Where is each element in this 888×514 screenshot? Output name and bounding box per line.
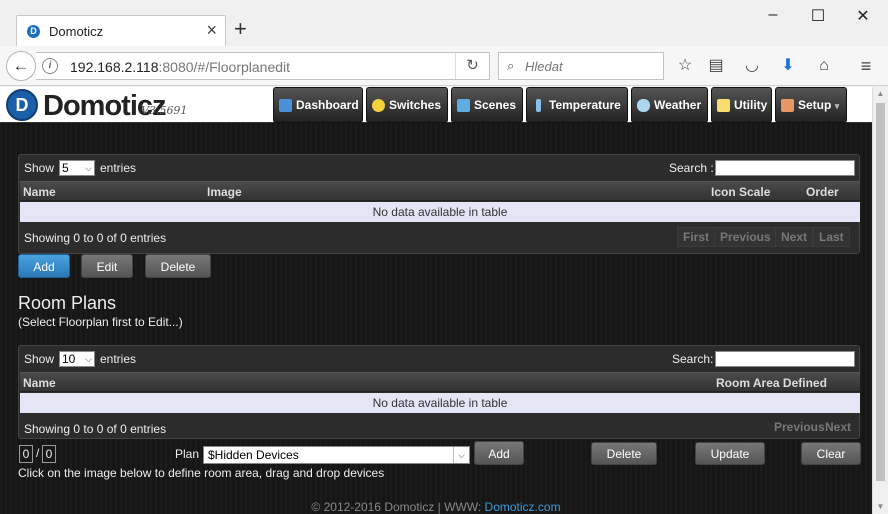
reload-icon[interactable]: ↻: [455, 53, 489, 79]
footer: © 2012-2016 Domoticz | WWW: Domoticz.com: [311, 500, 561, 514]
room-counter-separator: /: [36, 446, 40, 460]
site-info-icon[interactable]: i: [42, 58, 58, 74]
delete-floorplan-button[interactable]: Delete: [145, 254, 211, 278]
download-icon[interactable]: ⬇: [778, 56, 798, 76]
bulb-icon: [372, 99, 385, 112]
delete-plan-button[interactable]: Delete: [591, 442, 657, 465]
room-plans-title: Room Plans: [18, 293, 117, 313]
floorplans-search-input[interactable]: [715, 160, 855, 176]
menu-weather[interactable]: Weather: [631, 87, 708, 123]
column-icon-scale[interactable]: Icon Scale: [711, 185, 770, 199]
page-scrollbar[interactable]: ▲ ▼: [872, 87, 888, 514]
setup-icon: [781, 99, 794, 112]
pager-first[interactable]: First: [677, 227, 716, 247]
floorplans-info-text: Showing 0 to 0 of 0 entries: [24, 231, 167, 245]
menu-switches[interactable]: Switches: [366, 87, 448, 123]
floorplans-empty-row: No data available in table: [20, 202, 860, 222]
rooms-search-input[interactable]: [715, 351, 855, 367]
floorplans-table-header: Name Image Icon Scale Order: [20, 181, 860, 201]
column-room-area-defined[interactable]: Room Area Defined: [716, 376, 827, 390]
floorplans-page-size-select[interactable]: 5 ⌵: [59, 160, 95, 176]
show-label: Show: [24, 352, 55, 366]
chevron-down-icon: ⌵: [85, 354, 92, 364]
plan-label: Plan: [175, 447, 200, 461]
close-window-button[interactable]: ✕: [853, 6, 873, 26]
maximize-button[interactable]: ☐: [808, 6, 828, 26]
chevron-down-icon: ⌵: [453, 447, 469, 463]
footer-link[interactable]: Domoticz.com: [485, 500, 561, 514]
room-plan-hint: Click on the image below to define room …: [18, 466, 385, 480]
floorplans-table-panel: Show 5 ⌵ entries Search : Name Image Ico…: [18, 154, 860, 254]
column-name[interactable]: Name: [23, 376, 56, 390]
tab-close-icon[interactable]: ×: [206, 20, 217, 41]
column-image[interactable]: Image: [207, 185, 242, 199]
star-icon[interactable]: ☆: [675, 56, 695, 76]
rooms-table-header: Name Room Area Defined: [20, 372, 860, 392]
scroll-down-icon[interactable]: ▼: [873, 500, 888, 514]
dashboard-icon: [279, 99, 292, 112]
scroll-thumb[interactable]: [876, 103, 885, 481]
clear-plan-button[interactable]: Clear: [801, 442, 861, 465]
rooms-info-text: Showing 0 to 0 of 0 entries: [24, 422, 167, 436]
search-label: Search:: [672, 352, 714, 366]
floorplans-pager: First Previous Next Last: [675, 223, 859, 251]
rooms-table-panel: Show 10 ⌵ entries Search: Name Room Area…: [18, 345, 860, 439]
pager-previous[interactable]: Previous: [714, 227, 777, 247]
edit-floorplan-button[interactable]: Edit: [81, 254, 133, 278]
hamburger-menu-icon[interactable]: ≡: [856, 56, 876, 76]
utility-icon: [717, 99, 730, 112]
url-bar[interactable]: i 192.168.2.118:8080/#/Floorplanedit ↻: [36, 52, 490, 80]
minimize-button[interactable]: –: [763, 6, 783, 24]
rooms-empty-row: No data available in table: [20, 393, 860, 413]
back-button[interactable]: ←: [6, 51, 36, 81]
browser-search-bar[interactable]: ⌕ Hledat: [498, 52, 664, 80]
room-counter-right: 0: [42, 445, 56, 463]
search-label: Search :: [669, 161, 714, 175]
chevron-down-icon: ⌵: [85, 163, 92, 173]
pager-next[interactable]: Next: [775, 227, 814, 247]
search-placeholder: Hledat: [525, 59, 563, 74]
pager-next[interactable]: Next: [820, 418, 856, 438]
browser-tab-bar: D Domoticz × + – ☐ ✕: [0, 0, 888, 46]
menu-utility[interactable]: Utility: [711, 87, 772, 123]
chevron-down-icon: ▾: [834, 101, 840, 111]
pager-last[interactable]: Last: [813, 227, 850, 247]
search-icon: ⌕: [507, 58, 515, 73]
scenes-icon: [457, 99, 470, 112]
domoticz-favicon-icon: D: [27, 25, 40, 38]
column-name[interactable]: Name: [23, 185, 56, 199]
room-counter-left: 0: [19, 445, 33, 463]
entries-label: entries: [100, 352, 137, 366]
app-header: D Domoticz V3.5691 Dashboard Switches Sc…: [0, 87, 872, 123]
domoticz-logo-icon: D: [6, 89, 38, 121]
room-plans-subtitle: (Select Floorplan first to Edit...): [18, 315, 183, 329]
rooms-pager: Previous Next: [769, 414, 859, 438]
update-plan-button[interactable]: Update: [695, 442, 765, 465]
url-text[interactable]: 192.168.2.118:8080/#/Floorplanedit: [70, 59, 290, 75]
browser-tab[interactable]: D Domoticz ×: [16, 15, 226, 46]
version-label: V3.5691: [141, 104, 188, 117]
menu-setup[interactable]: Setup ▾: [775, 87, 847, 123]
domoticz-app: D Domoticz V3.5691 Dashboard Switches Sc…: [0, 87, 872, 514]
weather-icon: [637, 99, 650, 112]
menu-temperature[interactable]: Temperature: [526, 87, 628, 123]
browser-navbar: i 192.168.2.118:8080/#/Floorplanedit ↻ ←…: [0, 46, 888, 86]
new-tab-button[interactable]: +: [234, 17, 247, 41]
home-icon[interactable]: ⌂: [814, 56, 834, 76]
tab-title: Domoticz: [49, 24, 104, 39]
pocket-icon[interactable]: ◡: [742, 56, 762, 76]
scroll-up-icon[interactable]: ▲: [873, 87, 888, 101]
add-plan-button[interactable]: Add: [474, 441, 524, 465]
menu-dashboard[interactable]: Dashboard: [273, 87, 363, 123]
add-floorplan-button[interactable]: Add: [18, 254, 70, 278]
menu-scenes[interactable]: Scenes: [451, 87, 523, 123]
thermometer-icon: [536, 99, 541, 112]
show-label: Show: [24, 161, 55, 175]
plan-select[interactable]: $Hidden Devices ⌵: [203, 446, 470, 464]
column-order[interactable]: Order: [806, 185, 839, 199]
reading-list-icon[interactable]: ▤: [706, 56, 726, 76]
entries-label: entries: [100, 161, 137, 175]
rooms-page-size-select[interactable]: 10 ⌵: [59, 351, 95, 367]
